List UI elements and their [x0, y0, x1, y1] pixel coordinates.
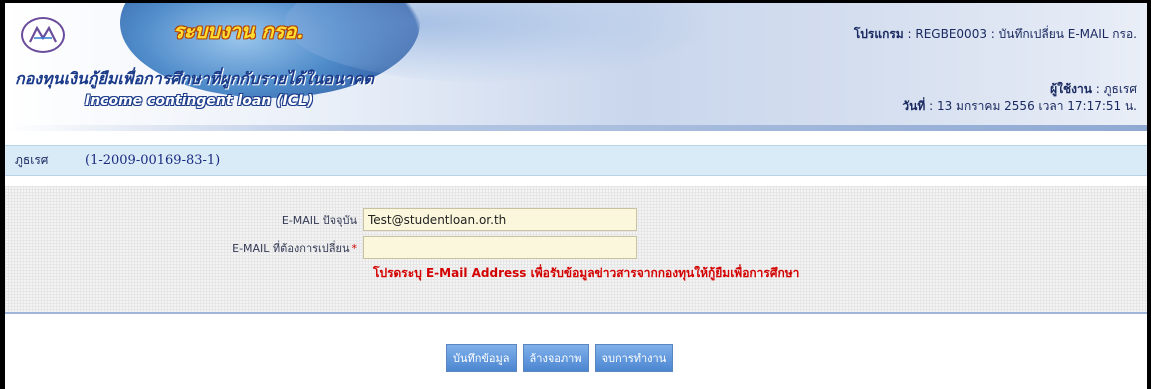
- window-frame-right: [1147, 0, 1151, 389]
- app-name: ระบบงาน กรอ.: [173, 19, 304, 43]
- user-info: ผู้ใช้งาน : ภูธเรศ วันที่ : 13 มกราคม 25…: [902, 81, 1137, 115]
- student-info-bar: ภูธเรศ (1-2009-00169-83-1): [5, 145, 1147, 176]
- new-email-row: E-MAIL ที่ต้องการเปลี่ยน *: [5, 236, 637, 259]
- new-email-label: E-MAIL ที่ต้องการเปลี่ยน *: [5, 239, 363, 257]
- user-label: ผู้ใช้งาน: [1050, 82, 1092, 96]
- finish-button[interactable]: จบการทำงาน: [594, 344, 674, 372]
- logo-mark-icon: [29, 25, 57, 43]
- clear-button[interactable]: ล้างจอภาพ: [522, 344, 589, 372]
- student-name: ภูธเรศ: [15, 153, 49, 167]
- current-email-row: E-MAIL ปัจจุบัน: [5, 208, 637, 231]
- current-email-label-text: E-MAIL ปัจจุบัน: [281, 213, 357, 227]
- email-form: E-MAIL ปัจจุบัน E-MAIL ที่ต้องการเปลี่ยน…: [5, 186, 1147, 314]
- current-email-field[interactable]: [363, 208, 637, 231]
- email-hint-text: โปรดระบุ E-Mail Address เพื่อรับข้อมูลข่…: [373, 266, 800, 280]
- student-id: (1-2009-00169-83-1): [85, 153, 221, 168]
- save-button[interactable]: บันทึกข้อมูล: [446, 344, 517, 372]
- fund-name-english: Income contingent loan (ICL): [85, 93, 314, 109]
- new-email-label-text: E-MAIL ที่ต้องการเปลี่ยน: [232, 241, 350, 255]
- program-value: : REGBE0003 : บันทึกเปลี่ยน E-MAIL กรอ.: [907, 27, 1137, 41]
- user-value: : ภูธเรศ: [1095, 82, 1137, 96]
- required-mark: *: [351, 241, 358, 255]
- new-email-field[interactable]: [363, 236, 637, 259]
- header-banner: ระบบงาน กรอ. กองทุนเงินกู้ยืมเพื่อการศึก…: [5, 3, 1147, 131]
- user-row: ผู้ใช้งาน : ภูธเรศ: [902, 81, 1137, 98]
- program-label: โปรแกรม: [853, 27, 904, 41]
- action-buttons: บันทึกข้อมูล ล้างจอภาพ จบการทำงาน: [446, 344, 674, 372]
- fund-name-thai: กองทุนเงินกู้ยืมเพื่อการศึกษาที่ผูกกับรา…: [15, 69, 374, 88]
- current-email-label: E-MAIL ปัจจุบัน: [5, 211, 363, 229]
- date-value: : 13 มกราคม 2556 เวลา 17:17:51 น.: [929, 99, 1137, 113]
- date-label: วันที่: [902, 99, 926, 113]
- icl-fund-logo-icon: [21, 17, 65, 53]
- date-row: วันที่ : 13 มกราคม 2556 เวลา 17:17:51 น.: [902, 98, 1137, 115]
- program-info: โปรแกรม : REGBE0003 : บันทึกเปลี่ยน E-MA…: [854, 25, 1137, 44]
- banner-divider: [5, 125, 1147, 131]
